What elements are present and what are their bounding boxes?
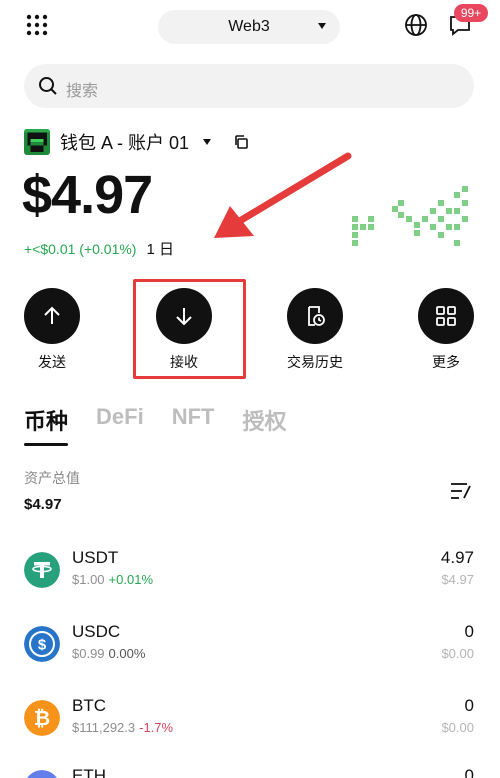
balance-change-row: +<$0.01 (+0.01%) 1 日	[24, 238, 174, 259]
annotation-arrow	[214, 152, 352, 238]
history-action[interactable]: 交易历史	[265, 288, 365, 372]
token-change: 0.00%	[108, 646, 146, 661]
top-bar: Web3 99+	[0, 0, 500, 52]
globe-icon[interactable]	[404, 13, 428, 37]
token-amount: 0	[464, 766, 474, 778]
token-price: $111,292.3	[72, 720, 136, 735]
notification-badge: 99+	[454, 4, 488, 22]
change-period[interactable]: 1 日	[146, 238, 174, 259]
assets-total-value: $4.97	[24, 496, 62, 513]
copy-icon[interactable]	[233, 134, 249, 150]
token-price: $0.99	[72, 646, 105, 661]
more-label: 更多	[432, 354, 460, 370]
assets-total-label: 资产总值	[24, 470, 80, 486]
arrow-up-icon	[44, 306, 60, 324]
token-row[interactable]: $ USDC $0.99 0.00% 0 $0.00	[24, 622, 474, 666]
assets-total: 资产总值 $4.97	[24, 468, 80, 513]
grid-icon	[436, 306, 456, 326]
apps-grid-icon[interactable]	[26, 14, 48, 36]
history-icon	[308, 306, 325, 326]
token-amount: 0	[464, 622, 474, 641]
token-amount: 4.97	[440, 548, 474, 567]
mode-selector-label: Web3	[228, 18, 270, 35]
token-price-change: $111,292.3 -1.7%	[72, 720, 173, 735]
send-action[interactable]: 发送	[2, 288, 102, 372]
token-row[interactable]: ₿ BTC $111,292.3 -1.7% 0 $0.00	[24, 696, 474, 740]
token-name: BTC	[72, 696, 106, 715]
tab-nft[interactable]: NFT	[172, 404, 215, 430]
history-button[interactable]	[287, 288, 343, 344]
token-change: +0.01%	[108, 572, 153, 587]
bitcoin-icon: ₿	[24, 700, 60, 736]
token-change: -1.7%	[139, 720, 174, 735]
sort-icon[interactable]	[450, 482, 472, 500]
token-name: USDC	[72, 622, 121, 641]
tab-defi[interactable]: DeFi	[96, 404, 144, 430]
token-row[interactable]: USDT $1.00 +0.01% 4.97 $4.97	[24, 548, 474, 592]
chevron-down-icon	[203, 139, 212, 145]
search-bar[interactable]: 搜索	[24, 64, 474, 108]
search-icon	[39, 77, 57, 95]
more-button[interactable]	[418, 288, 474, 344]
token-fiat-value: $4.97	[441, 572, 474, 587]
token-name: USDT	[72, 548, 119, 567]
token-price-change: $0.99 0.00%	[72, 646, 145, 661]
token-row[interactable]: ETH 0	[24, 766, 474, 778]
tether-icon	[24, 552, 60, 588]
total-balance: $4.97	[22, 165, 153, 225]
balance-sparkline	[352, 186, 468, 246]
token-amount: 0	[464, 696, 474, 715]
asset-tabs: 币种 DeFi NFT 授权	[24, 404, 314, 446]
annotation-highlight-box	[133, 279, 246, 379]
chevron-down-icon	[318, 23, 326, 29]
ethereum-icon	[27, 770, 57, 778]
search-placeholder: 搜索	[66, 83, 99, 100]
more-action[interactable]: 更多	[396, 288, 496, 372]
mode-selector[interactable]: Web3	[158, 10, 340, 44]
token-price: $1.00	[72, 572, 105, 587]
balance-change: +<$0.01 (+0.01%)	[24, 240, 137, 257]
svg-text:$: $	[38, 637, 47, 654]
token-price-change: $1.00 +0.01%	[72, 572, 153, 587]
send-label: 发送	[38, 354, 66, 370]
token-name: ETH	[72, 766, 106, 778]
svg-text:₿: ₿	[34, 708, 50, 730]
send-button[interactable]	[24, 288, 80, 344]
quick-actions: 发送 接收 交易历史 更多	[0, 288, 500, 378]
usdc-icon: $	[24, 626, 60, 662]
tab-approvals[interactable]: 授权	[242, 404, 286, 436]
wallet-avatar	[24, 129, 50, 155]
tab-tokens[interactable]: 币种	[24, 404, 69, 446]
history-label: 交易历史	[287, 354, 343, 370]
wallet-name: 钱包 A - 账户 01	[60, 133, 190, 153]
token-fiat-value: $0.00	[441, 720, 474, 735]
token-fiat-value: $0.00	[441, 646, 474, 661]
